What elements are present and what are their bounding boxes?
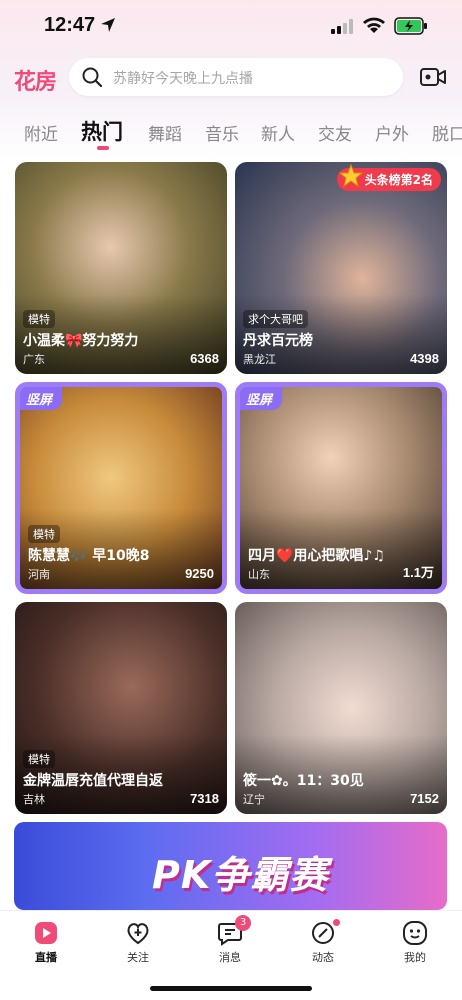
card-tag: 求个大哥吧 [243,310,308,328]
viewer-count: 4398 [410,351,439,366]
tab-popular[interactable]: 热门 [81,116,123,146]
card-location: 山东 [248,568,270,581]
nav-feed[interactable]: 动态 [293,919,353,965]
tab-outdoor[interactable]: 户外 [375,120,409,145]
live-icon [35,922,57,944]
wifi-icon [363,17,385,33]
card-location: 黑龙江 [243,353,276,366]
battery-charging-icon [394,17,427,35]
app-logo[interactable]: 花房 [14,64,57,96]
card-location: 广东 [23,353,45,366]
nav-feed-label: 动态 [312,951,334,964]
card-title: 小温柔🎀努力努力 [23,333,139,349]
nav-messages[interactable]: 3 消息 [200,915,260,965]
category-tabs: 附近 热门 舞蹈 音乐 新人 交友 户外 脱口 [0,112,462,152]
card-title: 四月❤️用心把歌唱♪♫ [248,548,385,564]
viewer-count: 9250 [185,566,214,581]
card-title: 陈慧慧🎶 早10晚8 [28,548,150,564]
viewer-count: 6368 [190,351,219,366]
tab-dance[interactable]: 舞蹈 [148,120,182,145]
home-indicator [150,986,312,991]
card-location: 河南 [28,568,50,581]
profile-icon [403,921,427,945]
nav-follow-label: 关注 [127,951,149,964]
nav-profile[interactable]: 我的 [385,919,445,965]
card-location: 吉林 [23,793,45,806]
live-card[interactable]: 头条榜第2名 求个大哥吧 丹求百元榜 黑龙江 4398 [235,162,447,374]
active-tab-indicator [97,146,109,150]
search-bar[interactable]: 苏静好今天晚上九点播 [69,58,403,96]
card-tag: 模特 [23,310,55,328]
video-camera-icon[interactable] [420,66,446,88]
live-card[interactable]: 竖屏 四月❤️用心把歌唱♪♫ 山东 1.1万 [235,382,447,594]
tab-talkshow[interactable]: 脱口 [432,120,462,145]
live-card[interactable]: 竖屏 模特 陈慧慧🎶 早10晚8 河南 9250 [15,382,227,594]
card-tag: 模特 [28,525,60,543]
viewer-count: 7152 [410,791,439,806]
live-card[interactable]: 模特 金牌温唇充值代理自返 吉林 7318 [15,602,227,814]
tab-nearby[interactable]: 附近 [24,120,58,145]
cellular-signal-icon [331,19,353,34]
nav-live-label: 直播 [35,951,57,964]
tab-newcomers[interactable]: 新人 [261,120,295,145]
feed-dot-badge [333,919,340,926]
live-card[interactable]: 模特 小温柔🎀努力努力 广东 6368 [15,162,227,374]
status-time: 12:47 [44,14,96,36]
rank-badge: 头条榜第2名 [336,164,441,191]
card-title: 丹求百元榜 [243,333,313,349]
nav-profile-label: 我的 [404,951,426,964]
vertical-screen-badge: 竖屏 [20,387,63,410]
nav-follow[interactable]: 关注 [108,919,168,965]
pk-event-banner[interactable]: PK争霸赛 [14,822,447,910]
nav-live[interactable]: 直播 [16,919,76,965]
card-title: 金牌温唇充值代理自返 [23,773,163,789]
follow-icon [127,923,149,945]
nav-messages-label: 消息 [219,951,241,964]
status-bar: 12:47 [0,0,462,54]
viewer-count: 7318 [190,791,219,806]
crown-star-icon [338,164,363,188]
card-title: 筱一✿。11：30见 [243,773,364,789]
rank-badge-label: 头条榜第2名 [364,173,433,187]
search-icon [82,67,103,88]
message-count-badge: 3 [235,915,251,931]
card-tag: 模特 [23,750,55,768]
tab-social[interactable]: 交友 [318,120,352,145]
live-card[interactable]: 筱一✿。11：30见 辽宁 7152 [235,602,447,814]
location-arrow-icon [101,18,115,32]
card-location: 辽宁 [243,793,265,806]
tab-music[interactable]: 音乐 [205,120,239,145]
banner-title: PK争霸赛 [152,853,329,897]
vertical-screen-badge: 竖屏 [240,387,283,410]
viewer-count: 1.1万 [402,565,434,580]
search-placeholder: 苏静好今天晚上九点播 [113,71,253,87]
